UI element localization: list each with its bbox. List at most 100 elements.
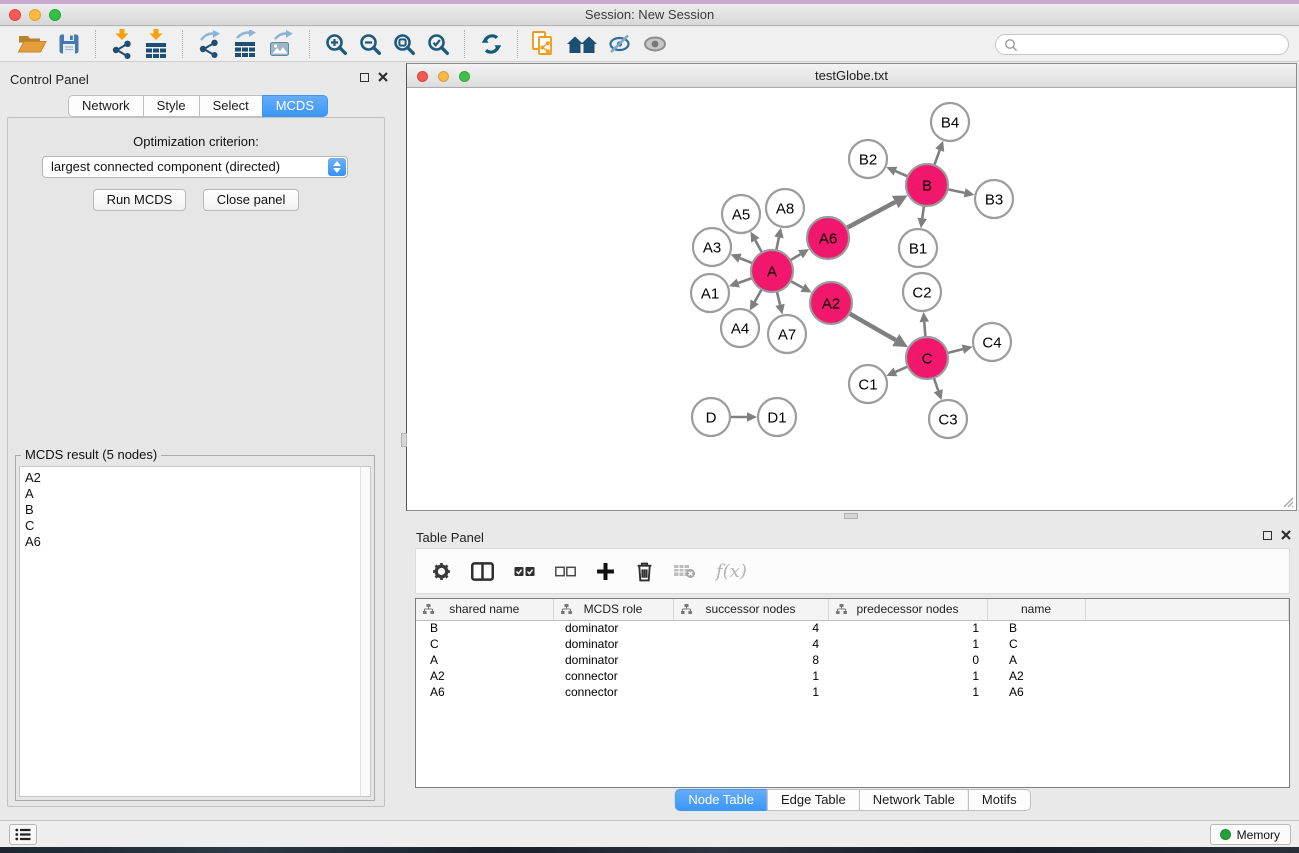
zoom-out-button[interactable] (353, 28, 387, 60)
table-cell[interactable]: A (987, 652, 1085, 668)
tab-mcds[interactable]: MCDS (262, 95, 328, 117)
table-cell[interactable]: A6 (987, 684, 1085, 700)
table-row[interactable]: Adominator80A (416, 652, 1289, 668)
hide-graphics-details-button[interactable] (603, 28, 637, 60)
zoom-selected-button[interactable] (421, 28, 455, 60)
table-cell[interactable]: A6 (416, 684, 553, 700)
function-builder-button[interactable]: f(x) (716, 561, 747, 582)
export-image-button[interactable] (264, 28, 300, 60)
search-input[interactable] (995, 34, 1289, 55)
tab-motifs[interactable]: Motifs (968, 789, 1031, 811)
table-row[interactable]: Bdominator41B (416, 620, 1289, 636)
criterion-dropdown-value: largest connected component (directed) (43, 157, 347, 177)
delete-columns-button[interactable] (635, 561, 654, 582)
result-item[interactable]: A2 (25, 470, 370, 486)
node-table[interactable]: shared nameMCDS rolesuccessor nodesprede… (415, 598, 1290, 788)
table-cell[interactable]: 1 (673, 668, 828, 684)
tab-node-table[interactable]: Node Table (674, 789, 768, 811)
zoom-selected-icon (426, 32, 450, 56)
table-cell[interactable]: 4 (673, 620, 828, 636)
float-panel-icon[interactable] (360, 73, 369, 82)
table-cell[interactable]: dominator (553, 620, 673, 636)
close-table-panel-icon[interactable] (1281, 530, 1291, 540)
deselect-all-columns-button[interactable] (555, 564, 576, 579)
new-network-from-selection-button[interactable] (527, 28, 561, 60)
table-cell[interactable]: 8 (673, 652, 828, 668)
save-session-button[interactable] (52, 28, 86, 60)
table-cell[interactable]: C (987, 636, 1085, 652)
zoom-fit-icon (392, 32, 416, 56)
graph-edge-A2-C[interactable] (847, 312, 895, 340)
result-list-scrollbar[interactable] (360, 467, 370, 796)
column-header-predecessor-nodes[interactable]: predecessor nodes (828, 599, 987, 620)
show-columns-button[interactable] (471, 562, 494, 581)
column-header-name[interactable]: name (987, 599, 1085, 620)
table-cell[interactable]: 1 (828, 684, 987, 700)
home-button[interactable] (561, 28, 603, 60)
table-cell[interactable]: 0 (828, 652, 987, 668)
bottom-splitter-handle[interactable] (844, 513, 858, 519)
float-table-panel-icon[interactable] (1263, 531, 1272, 540)
table-row[interactable]: A2connector11A2 (416, 668, 1289, 684)
select-all-columns-button[interactable] (514, 564, 535, 579)
table-cell[interactable]: B (416, 620, 553, 636)
table-cell[interactable]: 4 (673, 636, 828, 652)
table-cell[interactable]: 1 (828, 620, 987, 636)
window-resize-grip[interactable] (1282, 496, 1294, 508)
mcds-result-list[interactable]: A2ABCA6 (19, 466, 371, 797)
graph-node-label: A5 (732, 206, 750, 223)
table-cell[interactable]: A2 (987, 668, 1085, 684)
table-cell[interactable]: 1 (828, 668, 987, 684)
table-row[interactable]: A6connector11A6 (416, 684, 1289, 700)
graph-node-label: B (922, 177, 932, 194)
result-item[interactable]: C (25, 518, 370, 534)
tab-network-table[interactable]: Network Table (859, 789, 969, 811)
close-panel-button[interactable]: Close panel (203, 189, 300, 211)
tab-network[interactable]: Network (68, 95, 144, 117)
tab-style[interactable]: Style (143, 95, 200, 117)
tab-select[interactable]: Select (199, 95, 263, 117)
column-header-shared-name[interactable]: shared name (416, 599, 553, 620)
add-column-button[interactable] (596, 562, 615, 581)
tab-edge-table[interactable]: Edge Table (767, 789, 860, 811)
show-graphics-details-button[interactable] (637, 28, 673, 60)
zoom-in-button[interactable] (319, 28, 353, 60)
table-cell[interactable]: connector (553, 668, 673, 684)
table-cell[interactable]: 1 (673, 684, 828, 700)
graph-edge-arrowhead (919, 312, 929, 322)
task-history-button[interactable] (9, 824, 37, 845)
table-cell[interactable]: C (416, 636, 553, 652)
table-settings-button[interactable] (432, 562, 451, 581)
export-table-button[interactable] (228, 28, 264, 60)
memory-button[interactable]: Memory (1210, 824, 1291, 845)
table-cell[interactable]: A2 (416, 668, 553, 684)
criterion-dropdown[interactable]: largest connected component (directed) (42, 156, 348, 178)
close-panel-icon[interactable] (378, 72, 388, 82)
table-cell[interactable]: 1 (828, 636, 987, 652)
network-canvas[interactable]: B4B2BB3A5A8A6A3B1AA1C2A2A4A7C4CC1C3DD1 (407, 88, 1296, 510)
column-header-successor-nodes[interactable]: successor nodes (673, 599, 828, 620)
open-session-button[interactable] (12, 28, 52, 60)
export-network-button[interactable] (192, 28, 228, 60)
refresh-network-button[interactable] (474, 28, 508, 60)
table-cell[interactable]: dominator (553, 652, 673, 668)
table-cell[interactable]: dominator (553, 636, 673, 652)
import-network-button[interactable] (105, 28, 139, 60)
run-mcds-button[interactable]: Run MCDS (93, 189, 187, 211)
graph-node-label: A7 (778, 326, 796, 343)
result-item[interactable]: A (25, 486, 370, 502)
table-cell[interactable]: connector (553, 684, 673, 700)
column-header-MCDS-role[interactable]: MCDS role (553, 599, 673, 620)
table-cell[interactable]: A (416, 652, 553, 668)
graph-node-label: A4 (731, 320, 749, 337)
zoom-fit-button[interactable] (387, 28, 421, 60)
result-item[interactable]: B (25, 502, 370, 518)
table-row[interactable]: Cdominator41C (416, 636, 1289, 652)
network-graph[interactable]: B4B2BB3A5A8A6A3B1AA1C2A2A4A7C4CC1C3DD1 (407, 88, 1296, 510)
table-cell[interactable]: B (987, 620, 1085, 636)
graph-edge-A6-B[interactable] (845, 202, 896, 229)
import-table-button[interactable] (139, 28, 173, 60)
left-splitter-handle[interactable] (401, 433, 407, 447)
delete-table-button[interactable] (674, 563, 696, 579)
result-item[interactable]: A6 (25, 534, 370, 550)
